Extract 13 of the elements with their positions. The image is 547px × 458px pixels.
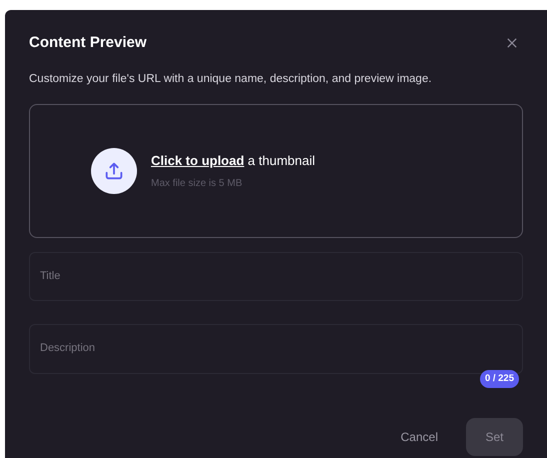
description-field[interactable]: Description (29, 324, 523, 374)
file-size-hint: Max file size is 5 MB (151, 177, 244, 191)
close-icon (507, 38, 517, 48)
upload-icon (91, 148, 137, 194)
upload-link[interactable]: Click to upload (151, 152, 244, 168)
close-button[interactable] (507, 37, 519, 50)
title-field[interactable]: Title (29, 252, 523, 301)
dialog-title: Content Preview (29, 33, 147, 53)
cancel-button[interactable]: Cancel (400, 428, 438, 446)
upload-prompt: Click to upload a thumbnail (151, 152, 315, 170)
upload-dropzone[interactable]: Click to upload a thumbnail Max file size is 5 MB (29, 104, 523, 238)
dialog-subtitle: Customize your file's URL with a unique name, description, and preview image. (29, 72, 433, 86)
character-counter: 0 / 225 (480, 370, 519, 388)
